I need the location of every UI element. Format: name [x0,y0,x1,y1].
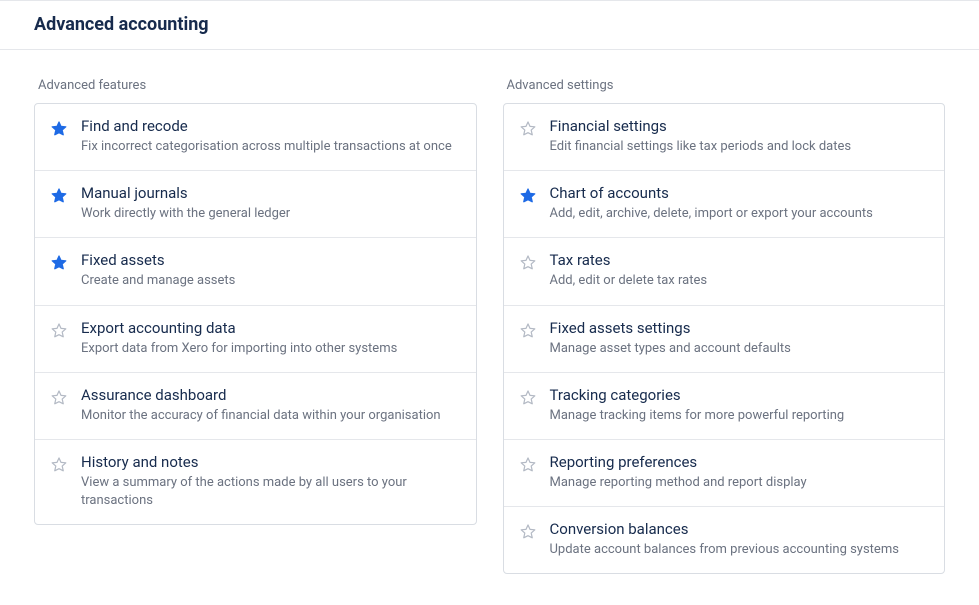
settings-card: Financial settings Edit financial setting… [503,103,946,574]
item-title: Fixed assets [81,251,462,269]
column-settings: Advanced settings Financial settings Edit… [503,78,946,574]
item-body: Reporting preferences Manage reporting me… [550,453,931,492]
section-label-settings: Advanced settings [503,78,946,93]
star-outline-icon[interactable] [49,321,69,341]
item-desc: Update account balances from previous ac… [550,541,931,559]
item-desc: Create and manage assets [81,272,462,290]
column-features: Advanced features Find and recode Fix inc… [34,78,477,574]
star-outline-icon[interactable] [49,388,69,408]
list-item-export-accounting-data[interactable]: Export accounting data Export data from X… [35,306,476,373]
content: Advanced features Find and recode Fix inc… [0,50,979,594]
item-body: Financial settings Edit financial setting… [550,117,931,156]
item-body: Tax rates Add, edit or delete tax rates [550,251,931,290]
item-desc: Edit financial settings like tax periods… [550,138,931,156]
item-body: Chart of accounts Add, edit, archive, del… [550,184,931,223]
list-item-tracking-categories[interactable]: Tracking categories Manage tracking items… [504,373,945,440]
item-desc: Monitor the accuracy of financial data w… [81,407,462,425]
item-title: Tax rates [550,251,931,269]
star-outline-icon[interactable] [518,455,538,475]
star-outline-icon[interactable] [518,321,538,341]
item-desc: Add, edit, archive, delete, import or ex… [550,205,931,223]
item-title: Fixed assets settings [550,319,931,337]
item-body: Fixed assets settings Manage asset types … [550,319,931,358]
star-outline-icon[interactable] [518,522,538,542]
item-body: Find and recode Fix incorrect categorisat… [81,117,462,156]
item-body: Tracking categories Manage tracking items… [550,386,931,425]
item-desc: Export data from Xero for importing into… [81,340,462,358]
list-item-history-and-notes[interactable]: History and notes View a summary of the a… [35,440,476,524]
star-filled-icon[interactable] [49,186,69,206]
features-card: Find and recode Fix incorrect categorisat… [34,103,477,525]
item-title: Conversion balances [550,520,931,538]
section-label-features: Advanced features [34,78,477,93]
item-title: Financial settings [550,117,931,135]
item-title: Assurance dashboard [81,386,462,404]
item-body: Export accounting data Export data from X… [81,319,462,358]
item-desc: Manage tracking items for more powerful … [550,407,931,425]
list-item-fixed-assets[interactable]: Fixed assets Create and manage assets [35,238,476,305]
list-item-conversion-balances[interactable]: Conversion balances Update account balanc… [504,507,945,573]
item-title: History and notes [81,453,462,471]
star-outline-icon[interactable] [518,253,538,273]
item-body: Conversion balances Update account balanc… [550,520,931,559]
list-item-chart-of-accounts[interactable]: Chart of accounts Add, edit, archive, del… [504,171,945,238]
item-title: Chart of accounts [550,184,931,202]
item-desc: Manage reporting method and report displ… [550,474,931,492]
item-body: Fixed assets Create and manage assets [81,251,462,290]
list-item-assurance-dashboard[interactable]: Assurance dashboard Monitor the accuracy … [35,373,476,440]
list-item-manual-journals[interactable]: Manual journals Work directly with the ge… [35,171,476,238]
item-desc: View a summary of the actions made by al… [81,474,462,510]
item-title: Export accounting data [81,319,462,337]
item-desc: Fix incorrect categorisation across mult… [81,138,462,156]
item-body: Assurance dashboard Monitor the accuracy … [81,386,462,425]
list-item-reporting-preferences[interactable]: Reporting preferences Manage reporting me… [504,440,945,507]
list-item-tax-rates[interactable]: Tax rates Add, edit or delete tax rates [504,238,945,305]
star-outline-icon[interactable] [49,455,69,475]
star-filled-icon[interactable] [49,119,69,139]
star-outline-icon[interactable] [518,119,538,139]
list-item-find-and-recode[interactable]: Find and recode Fix incorrect categorisat… [35,104,476,171]
item-title: Find and recode [81,117,462,135]
star-filled-icon[interactable] [49,253,69,273]
item-body: Manual journals Work directly with the ge… [81,184,462,223]
item-body: History and notes View a summary of the a… [81,453,462,510]
star-outline-icon[interactable] [518,388,538,408]
page-title: Advanced accounting [34,14,945,35]
item-desc: Work directly with the general ledger [81,205,462,223]
item-desc: Add, edit or delete tax rates [550,272,931,290]
item-title: Reporting preferences [550,453,931,471]
page-header: Advanced accounting [0,0,979,50]
star-filled-icon[interactable] [518,186,538,206]
item-title: Tracking categories [550,386,931,404]
list-item-fixed-assets-settings[interactable]: Fixed assets settings Manage asset types … [504,306,945,373]
item-desc: Manage asset types and account defaults [550,340,931,358]
item-title: Manual journals [81,184,462,202]
list-item-financial-settings[interactable]: Financial settings Edit financial setting… [504,104,945,171]
